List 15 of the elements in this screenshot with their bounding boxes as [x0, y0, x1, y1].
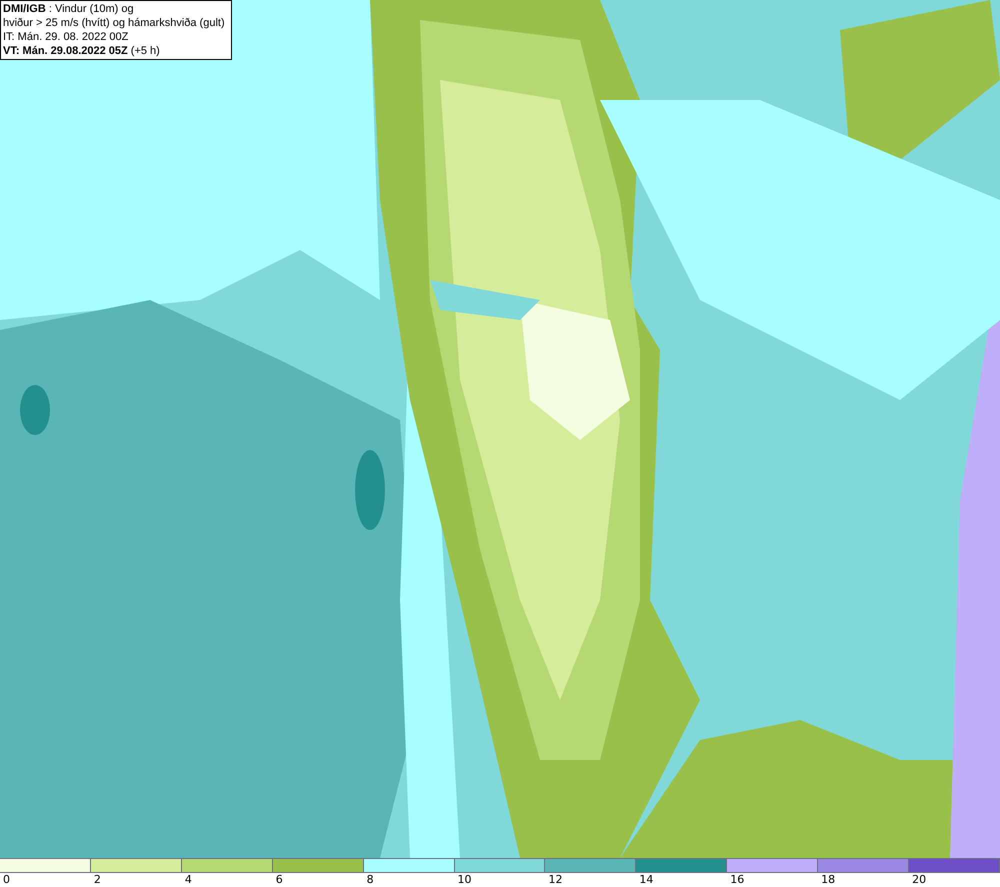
scale-label: 6 [276, 873, 283, 886]
scale-label: 16 [730, 873, 744, 886]
scale-label: 0 [3, 873, 10, 886]
info-text: VT: Mán. 29.08.2022 05Z (+5 h) [3, 44, 161, 58]
info-text: IT: Mán. 29. 08. 2022 00Z [3, 30, 130, 44]
scale-label: 2 [94, 873, 101, 886]
info-text: hviður > 25 m/s (hvítt) og hámarkshviða (gult) [3, 16, 226, 30]
scale-label: 4 [184, 873, 192, 886]
scale-label: 20 [912, 873, 926, 886]
scale-label: 12 [548, 873, 562, 886]
scale-label: 8 [366, 873, 374, 886]
scale-label: 14 [639, 873, 654, 886]
scale-label: 18 [821, 873, 836, 886]
scale-label: 10 [458, 873, 472, 886]
info-text: DMI/IGB : Vindur (10m) og [3, 2, 135, 16]
